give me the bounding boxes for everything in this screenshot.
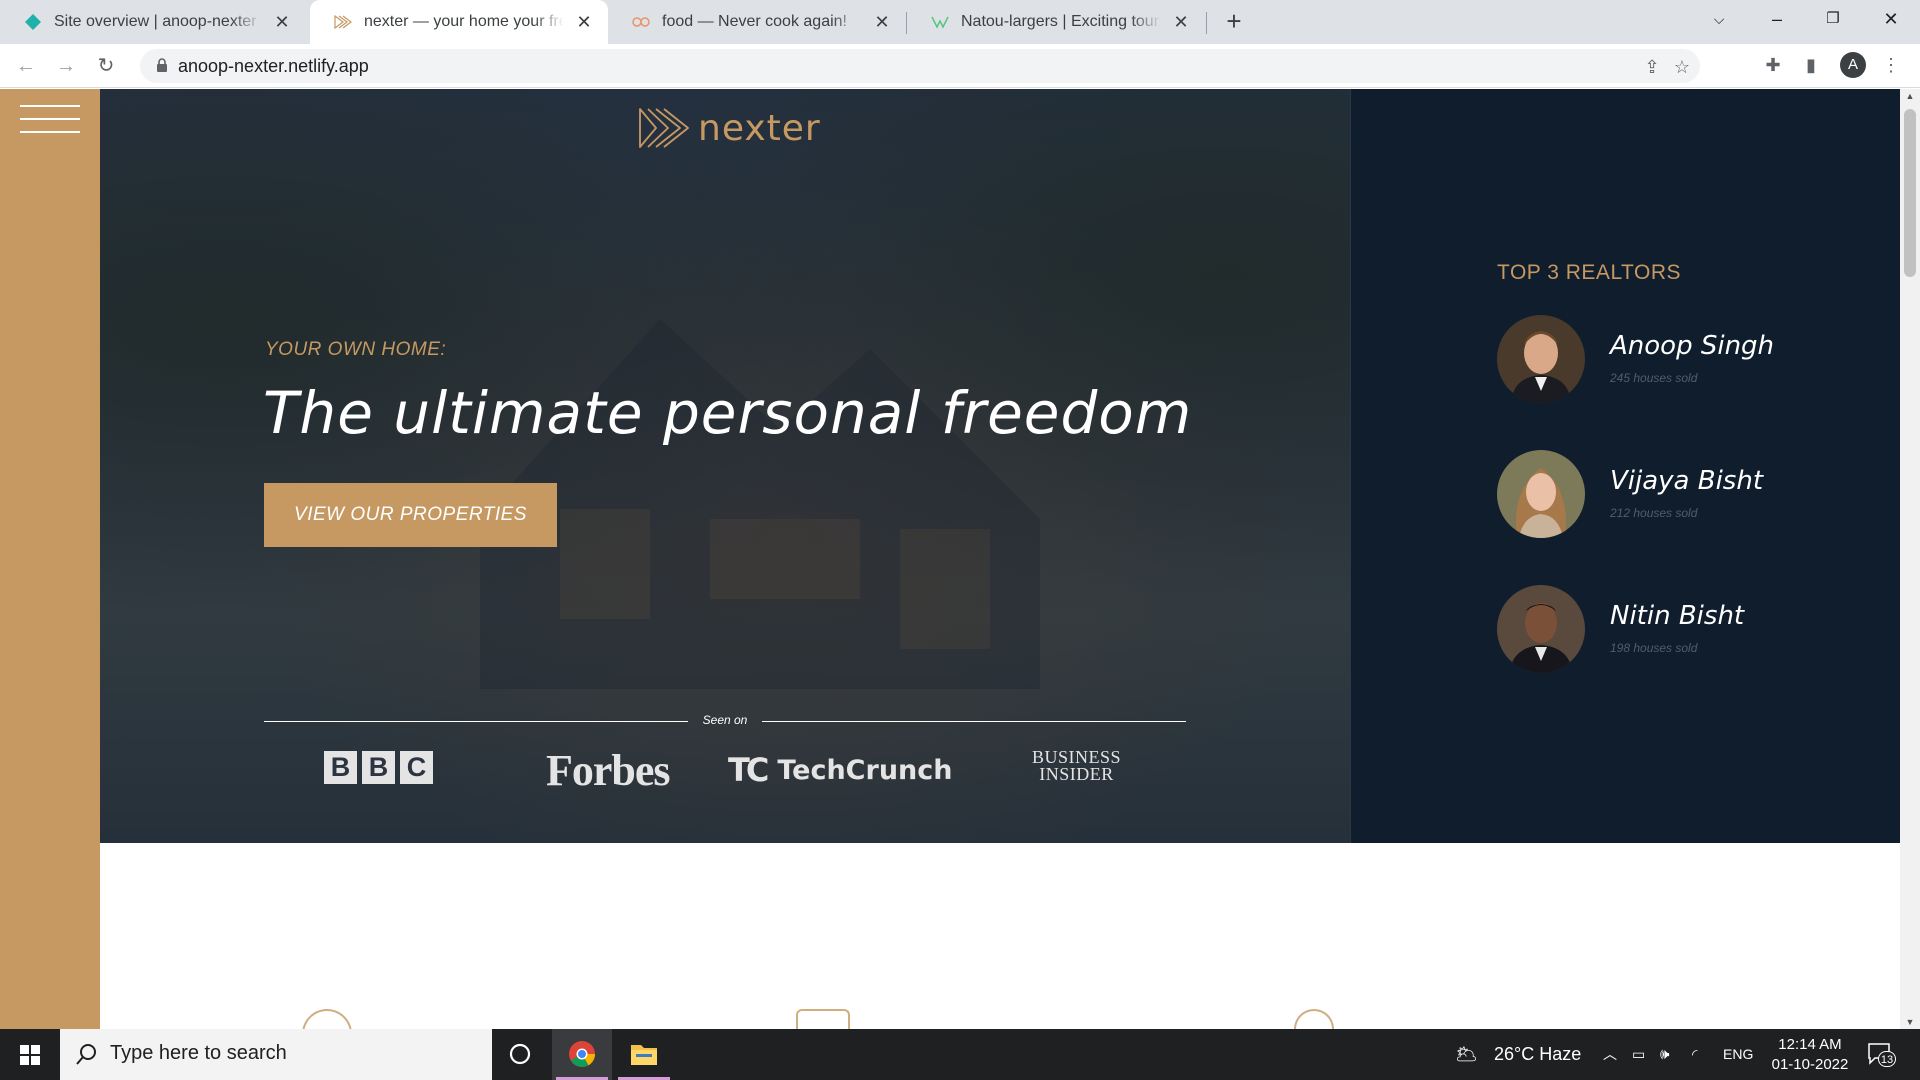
techcrunch-logo: TC TechCrunch [728,751,953,789]
netlify-favicon-icon [24,13,42,31]
share-icon[interactable]: ⇪ [1640,55,1664,79]
nexter-logo-icon [639,108,689,148]
windows-logo-icon [20,1045,40,1065]
tab-nexter[interactable]: nexter — your home your freedom ✕ [310,0,608,44]
bookmark-star-icon[interactable]: ☆ [1670,55,1694,79]
back-button[interactable]: ← [12,52,40,80]
battery-icon[interactable]: ▭ [1632,1029,1645,1080]
chrome-taskbar-app[interactable] [552,1029,612,1080]
realtor-card[interactable]: Vijaya Bisht 212 houses sold [1497,450,1877,538]
realtors-title: TOP 3 REALTORS [1497,261,1682,284]
weather-icon[interactable]: 🌥 [1455,1029,1478,1080]
globe-icon [302,1009,352,1029]
tab-title: Natou-largers | Exciting tours for adven… [961,13,1161,30]
reload-button[interactable]: ↻ [92,52,120,80]
search-placeholder: Type here to search [110,1042,287,1064]
clock-date: 01-10-2022 [1771,1056,1849,1073]
realtors-panel: TOP 3 REALTORS Anoop Singh 245 houses so… [1350,89,1900,843]
notification-count: 13 [1878,1051,1896,1067]
taskbar-search-box[interactable]: Type here to search [60,1029,492,1080]
hamburger-menu-icon[interactable] [20,105,80,135]
house-background-image [480,319,1040,689]
scroll-up-icon[interactable]: ▲ [1904,91,1916,101]
tab-title: food — Never cook again! [662,13,847,30]
tab-food[interactable]: food — Never cook again! ✕ [608,0,906,44]
page-scrollbar[interactable]: ▲ ▼ [1900,89,1920,1029]
tab-separator [1206,12,1207,34]
clock-time: 12:14 AM [1778,1036,1842,1053]
nexter-favicon-icon [334,13,352,31]
view-properties-button[interactable]: VIEW OUR PROPERTIES [264,483,557,547]
tab-close-icon[interactable]: ✕ [272,12,292,32]
start-button[interactable] [0,1029,60,1080]
tray-chevron-icon[interactable]: ︿ [1603,1029,1617,1080]
minimize-button[interactable]: – [1752,0,1802,40]
search-icon [76,1044,96,1065]
realtor-card[interactable]: Nitin Bisht 198 houses sold [1497,585,1877,673]
browser-menu-icon[interactable]: ⋮ [1878,52,1904,78]
food-favicon-icon [632,13,650,31]
tab-site-overview[interactable]: Site overview | anoop-nexter ✕ [0,0,306,44]
windows-taskbar: Type here to search 🌥 26°C Haze ︿ ▭ 🕪 ◜ … [0,1029,1920,1080]
tab-search-chevron-icon[interactable]: ⌵ [1694,0,1744,40]
location-pin-icon [1294,1009,1334,1029]
new-tab-button[interactable]: + [1218,6,1250,38]
tab-strip: Site overview | anoop-nexter ✕ nexter — … [0,0,1920,44]
bbc-logo: BBC [324,751,433,784]
language-indicator[interactable]: ENG [1723,1029,1753,1080]
realtor-photo [1497,315,1585,403]
tab-title: Site overview | anoop-nexter [54,13,257,30]
realtor-houses-sold: 245 houses sold [1610,371,1698,385]
seen-on-divider: Seen on [264,711,1186,731]
realtor-name: Vijaya Bisht [1610,466,1764,496]
address-bar[interactable]: anoop-nexter.netlify.app ⇪ ☆ [140,49,1700,83]
tab-close-icon[interactable]: ✕ [1171,12,1191,32]
brand-name: nexter [698,107,821,149]
tab-close-icon[interactable]: ✕ [872,12,892,32]
taskbar-clock[interactable]: 12:14 AM 01-10-2022 [1760,1035,1860,1075]
tab-natours[interactable]: Natou-largers | Exciting tours for adven… [907,0,1205,44]
realtor-name: Nitin Bisht [1610,601,1745,631]
wifi-icon[interactable]: ◜ [1692,1029,1697,1080]
realtor-houses-sold: 212 houses sold [1610,506,1698,520]
realtor-photo [1497,450,1585,538]
weather-text[interactable]: 26°C Haze [1494,1029,1581,1080]
features-icon [796,1009,850,1029]
hero-eyebrow: YOUR OWN HOME: [265,339,447,360]
nexter-logo[interactable]: nexter [638,107,821,149]
realtor-photo [1497,585,1585,673]
sidebar [0,89,100,1029]
realtor-houses-sold: 198 houses sold [1610,641,1698,655]
file-explorer-taskbar-app[interactable] [614,1029,674,1080]
hero-headline: The ultimate personal freedom [263,379,1193,447]
extensions-icon[interactable]: ✚ [1760,52,1786,78]
close-window-button[interactable]: ✕ [1866,0,1916,40]
page-viewport: nexter YOUR OWN HOME: The ultimate perso… [0,89,1900,1029]
cortana-button[interactable] [492,1029,552,1080]
profile-avatar[interactable]: A [1840,52,1866,78]
chrome-icon [569,1041,596,1067]
restore-button[interactable]: ❐ [1808,0,1858,40]
seen-on-label: Seen on [702,713,748,727]
forbes-logo: Forbes [546,746,671,795]
tab-close-icon[interactable]: ✕ [574,12,594,32]
cortana-circle-icon [509,1043,531,1065]
realtor-name: Anoop Singh [1610,331,1775,361]
tab-title: nexter — your home your freedom [364,13,564,30]
notification-center-button[interactable]: 13 [1866,1041,1896,1067]
forward-button[interactable]: → [52,52,80,80]
realtor-card[interactable]: Anoop Singh 245 houses sold [1497,315,1877,403]
lock-icon [157,58,167,72]
scroll-down-icon[interactable]: ▼ [1904,1017,1916,1027]
side-panel-icon[interactable]: ▮ [1798,52,1824,78]
hero-section: nexter YOUR OWN HOME: The ultimate perso… [100,89,1350,843]
folder-icon [631,1045,657,1065]
natours-favicon-icon [931,13,949,31]
scrollbar-thumb[interactable] [1904,109,1916,277]
url-text: anoop-nexter.netlify.app [178,56,369,76]
browser-toolbar: ← → ↻ anoop-nexter.netlify.app ⇪ ☆ [0,44,1920,88]
volume-icon[interactable]: 🕪 [1660,1029,1669,1080]
business-insider-logo: BUSINESS INSIDER [1032,747,1122,784]
